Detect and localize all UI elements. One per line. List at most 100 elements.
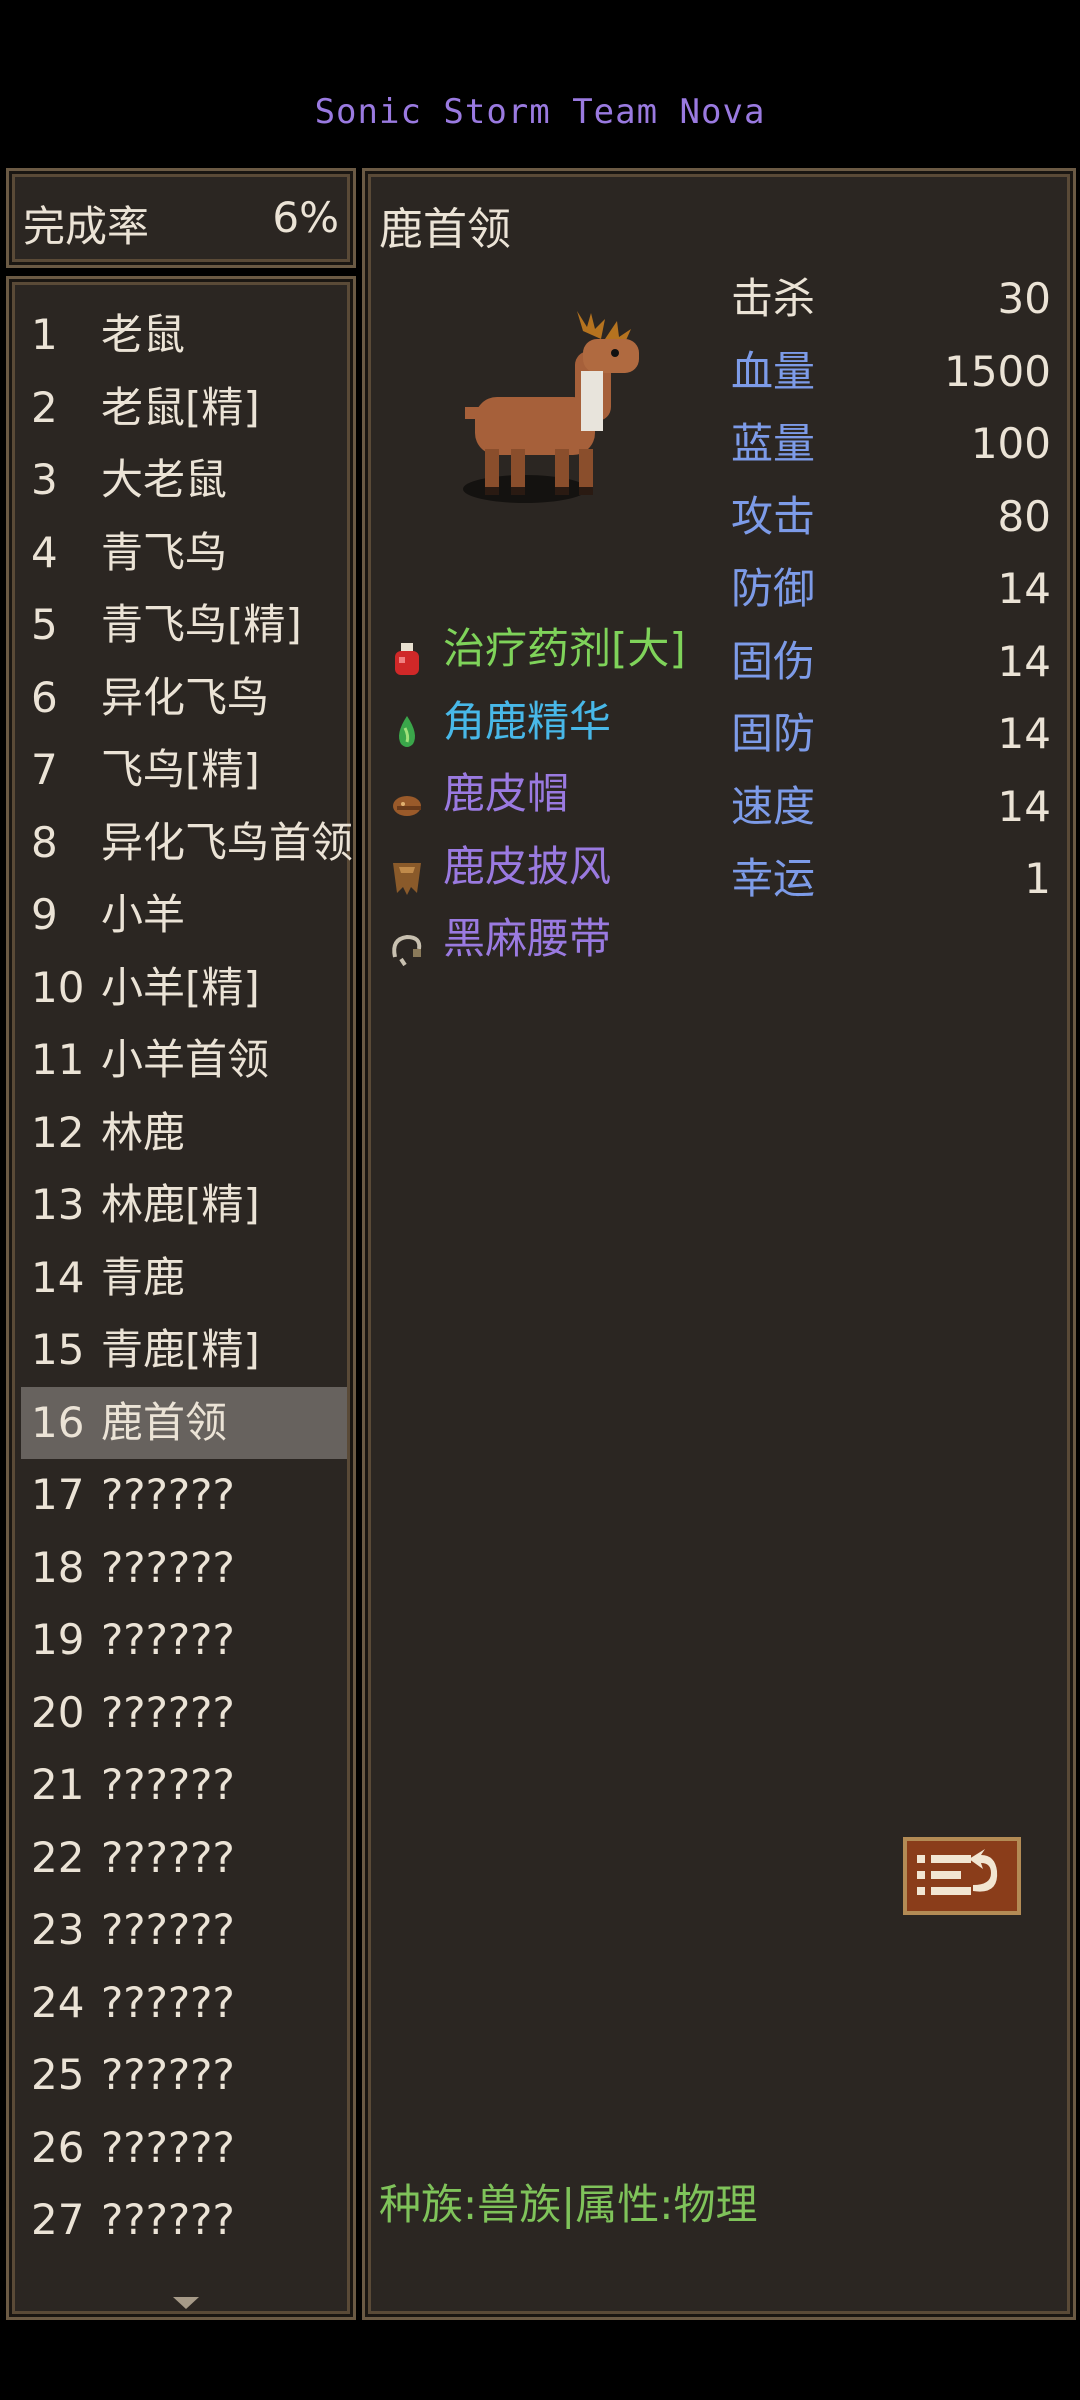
stat-value: 100 <box>970 419 1051 468</box>
monster-list-item[interactable]: 27?????? <box>21 2184 347 2257</box>
monster-list-item[interactable]: 5 青飞鸟[精] <box>21 589 347 662</box>
belt-icon <box>387 919 427 967</box>
monster-list-item[interactable]: 19?????? <box>21 1604 347 1677</box>
monster-list-item[interactable]: 4 青飞鸟 <box>21 517 347 590</box>
monster-name-label: ?????? <box>101 2050 235 2099</box>
stat-row: 攻击 80 <box>731 481 1051 554</box>
exchange-button[interactable] <box>903 1837 1021 1915</box>
monster-name-label: ?????? <box>101 2122 235 2172</box>
monster-list-item[interactable]: 15 青鹿[精] <box>21 1314 347 1387</box>
monster-number: 9 <box>31 890 58 939</box>
monster-list-panel[interactable]: 1 老鼠 2 老鼠[精] 3 大老鼠 4 青飞鸟 5 青飞鸟[精] 6 异化飞鸟 7 飞鸟[精] 8 异化飞鸟… <box>6 276 356 2320</box>
monster-number: 17 <box>31 1470 85 1519</box>
monster-number: 2 <box>31 382 58 432</box>
monster-list-item[interactable]: 20?????? <box>21 1677 347 1750</box>
monster-number: 14 <box>31 1252 85 1302</box>
monster-list-item[interactable]: 3 大老鼠 <box>21 444 347 517</box>
monster-name-label: 小羊 <box>101 890 186 939</box>
drop-item-name: 黑麻腰带 <box>443 914 612 963</box>
monster-name-label: 青鹿 <box>101 1252 186 1302</box>
monster-list-item[interactable]: 18?????? <box>21 1532 347 1605</box>
monster-number: 3 <box>31 455 58 504</box>
monster-number: 10 <box>31 962 85 1012</box>
monster-list-item[interactable]: 14 青鹿 <box>21 1242 347 1315</box>
monster-name-label: 老鼠 <box>101 310 186 359</box>
monster-name-label: ?????? <box>101 2195 235 2244</box>
monster-name-label: ?????? <box>101 1542 235 1592</box>
monster-list-item[interactable]: 17?????? <box>21 1459 347 1532</box>
monster-list-item[interactable]: 10 小羊[精] <box>21 952 347 1025</box>
drop-item-name: 角鹿精华 <box>443 696 612 746</box>
monster-name-label: 异化飞鸟首领 <box>101 817 354 867</box>
stat-label: 幸运 <box>731 854 816 903</box>
monster-number: 18 <box>31 1542 85 1592</box>
drop-item-name: 鹿皮披风 <box>443 841 612 891</box>
stat-label: 血量 <box>731 346 816 396</box>
monster-list-item[interactable]: 24?????? <box>21 1967 347 2040</box>
monster-name-label: 青飞鸟 <box>101 527 228 577</box>
monster-list: 1 老鼠 2 老鼠[精] 3 大老鼠 4 青飞鸟 5 青飞鸟[精] 6 异化飞鸟 7 飞鸟[精] 8 异化飞鸟… <box>21 299 353 2257</box>
monster-name-label: ?????? <box>101 1760 235 1809</box>
app-title: Sonic Storm Team Nova <box>314 92 766 132</box>
monster-list-item[interactable]: 23?????? <box>21 1894 347 1967</box>
monster-number: 27 <box>31 2195 85 2244</box>
monster-list-item[interactable]: 25?????? <box>21 2039 347 2112</box>
stat-value: 1 <box>1024 854 1051 903</box>
monster-list-item[interactable]: 11 小羊首领 <box>21 1024 347 1097</box>
monster-list-item[interactable]: 8 异化飞鸟首领 <box>21 807 353 880</box>
hat-icon <box>387 774 427 816</box>
monster-number: 4 <box>31 527 58 577</box>
stat-row: 固防 14 <box>731 698 1051 771</box>
monster-list-item[interactable]: 7 飞鸟[精] <box>21 734 347 807</box>
stat-label: 固伤 <box>731 636 816 686</box>
scroll-down-icon[interactable] <box>173 2297 199 2309</box>
monster-name-label: 青飞鸟[精] <box>101 600 302 649</box>
monster-list-item[interactable]: 2 老鼠[精] <box>21 372 347 445</box>
monster-number: 11 <box>31 1035 85 1084</box>
monster-name-label: 林鹿 <box>101 1107 186 1157</box>
monster-list-item[interactable]: 26?????? <box>21 2112 347 2185</box>
monster-number: 15 <box>31 1325 85 1374</box>
monster-list-item[interactable]: 13 林鹿[精] <box>21 1169 347 1242</box>
stat-value: 14 <box>997 636 1051 686</box>
stat-label: 防御 <box>731 564 816 613</box>
stat-row: 幸运 1 <box>731 843 1051 916</box>
exchange-icon <box>917 1849 998 1895</box>
monster-list-item[interactable]: 6 异化飞鸟 <box>21 662 347 735</box>
stat-row: 速度 14 <box>731 771 1051 844</box>
stat-label: 蓝量 <box>731 419 816 468</box>
monster-name-label: 青鹿[精] <box>101 1325 260 1374</box>
stat-label: 速度 <box>731 781 816 831</box>
stat-row: 固伤 14 <box>731 626 1051 699</box>
monster-name-label: 小羊首领 <box>101 1035 270 1084</box>
monster-list-item[interactable]: 1 老鼠 <box>21 299 347 372</box>
monster-list-item[interactable]: 9 小羊 <box>21 879 347 952</box>
stat-row: 击杀 30 <box>731 263 1051 336</box>
monster-number: 19 <box>31 1615 85 1664</box>
stat-value: 30 <box>997 274 1051 323</box>
potion-icon <box>387 629 427 675</box>
drop-item-name: 鹿皮帽 <box>443 769 570 818</box>
monster-name-label: 飞鸟[精] <box>101 745 260 794</box>
monster-number: 12 <box>31 1107 85 1157</box>
monster-name-label: 鹿首领 <box>101 1397 228 1447</box>
monster-number: 13 <box>31 1180 85 1229</box>
monster-list-item[interactable]: 16 鹿首领 <box>21 1386 347 1459</box>
monster-name-label: 林鹿[精] <box>101 1180 260 1229</box>
monster-name-label: ?????? <box>101 1687 235 1737</box>
monster-name-label: 老鼠[精] <box>101 382 260 432</box>
monster-number: 16 <box>31 1397 85 1447</box>
race-attribute-info: 种族:兽族|属性:物理 <box>379 2180 758 2229</box>
monster-list-item[interactable]: 21?????? <box>21 1749 347 1822</box>
stats-table: 击杀 30 血量 1500 蓝量 100 攻击 80 防御 14 固伤 14 固防 14 速度 14 幸运 1 <box>731 263 1051 916</box>
completion-panel: 完成率 6% <box>6 168 356 268</box>
monster-number: 8 <box>31 817 58 867</box>
stat-value: 14 <box>997 709 1051 758</box>
completion-label: 完成率 <box>23 202 150 251</box>
monster-number: 22 <box>31 1832 85 1882</box>
monster-list-item[interactable]: 12 林鹿 <box>21 1097 347 1170</box>
monster-list-item[interactable]: 22?????? <box>21 1822 347 1895</box>
stat-value: 1500 <box>944 346 1051 396</box>
stat-value: 14 <box>997 781 1051 831</box>
monster-name-label: ?????? <box>101 1615 235 1664</box>
